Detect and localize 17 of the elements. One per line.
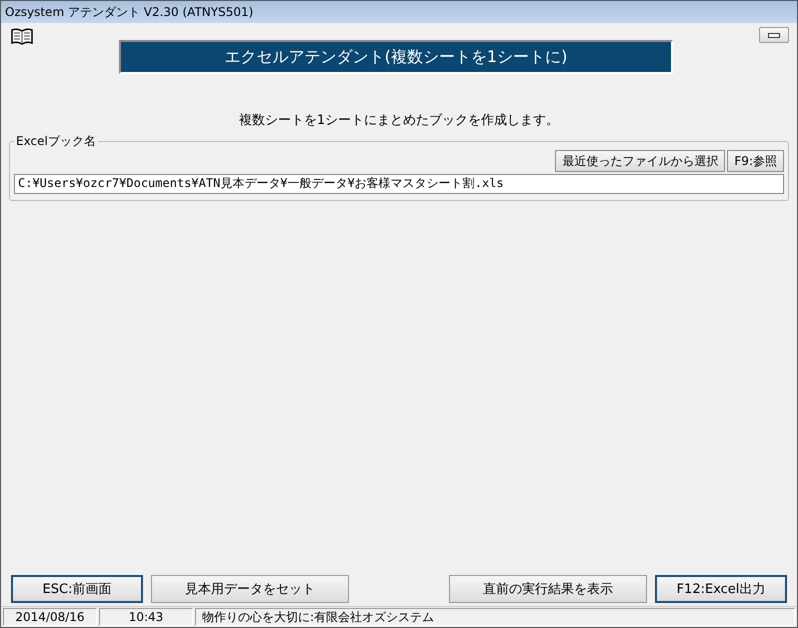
status-cell: 2014/08/16 [3, 608, 97, 626]
book-icon [11, 27, 33, 45]
path-field[interactable]: C:¥Users¥ozcr7¥Documents¥ATN見本データ¥一般データ¥お客様マスタシート割.xls [14, 174, 784, 194]
description-text: 複数シートを1シートにまとめたブックを作成します。 [238, 112, 560, 129]
action-button[interactable]: 直前の実行結果を表示 [449, 575, 647, 603]
status-cell: 物作りの心を大切に:有限会社オズシステム [195, 608, 795, 626]
action-button[interactable]: 見本用データをセット [151, 575, 349, 603]
window-title: Ozsystem アテンダント V2.30 (ATNYS501) [5, 4, 254, 20]
header-banner: エクセルアテンダント(複数シートを1シートに) [119, 40, 673, 74]
action-button[interactable]: ESC:前画面 [11, 575, 143, 603]
minimize-icon [768, 32, 780, 38]
file-button[interactable]: 最近使ったファイルから選択 [555, 150, 726, 172]
action-button[interactable]: F12:Excel出力 [655, 575, 787, 603]
file-button[interactable]: F9:参照 [727, 150, 784, 172]
group-label: Excelブック名 [15, 133, 97, 150]
status-cell: 10:43 [99, 608, 193, 626]
minimize-button[interactable] [759, 27, 789, 43]
